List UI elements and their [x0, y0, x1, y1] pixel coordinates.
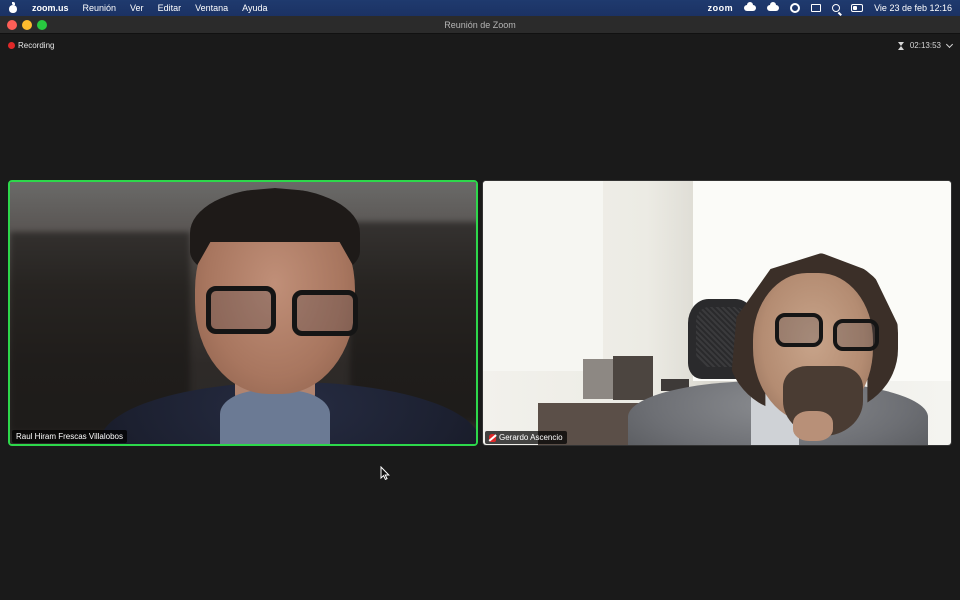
participant-video: [483, 181, 951, 445]
keyboard-input-icon[interactable]: [811, 4, 822, 12]
cloud-icon[interactable]: [744, 2, 757, 11]
status-area: zoom Vie 23 de feb 12:16: [708, 2, 952, 13]
creative-cloud-icon[interactable]: [790, 3, 801, 13]
muted-microphone-icon: [489, 433, 496, 442]
chevron-down-icon[interactable]: [945, 40, 954, 48]
control-center-icon[interactable]: [851, 4, 864, 12]
spotlight-search-icon[interactable]: [832, 4, 841, 12]
close-window-icon[interactable]: [7, 20, 17, 30]
menu-reunion[interactable]: Reunión: [83, 3, 117, 13]
meeting-timer[interactable]: 02:13:53: [897, 40, 954, 50]
participant-video: [10, 182, 476, 444]
timer-value: 02:13:53: [909, 41, 941, 50]
menu-ayuda[interactable]: Ayuda: [242, 3, 267, 13]
minimize-window-icon[interactable]: [22, 20, 32, 30]
recording-dot-icon: [8, 42, 15, 49]
menu-bar: zoom.us Reunión Ver Editar Ventana Ayuda…: [0, 0, 960, 16]
fullscreen-window-icon[interactable]: [37, 20, 47, 30]
hourglass-icon: [897, 41, 904, 50]
recording-indicator[interactable]: Recording: [8, 41, 54, 50]
window-title: Reunión de Zoom: [444, 19, 516, 30]
menu-app-name[interactable]: zoom.us: [32, 3, 69, 13]
meeting-canvas: Recording 02:13:53 Raul Hiram Frescas Vi…: [0, 34, 960, 600]
cloud-sync-icon[interactable]: [767, 2, 780, 11]
zoom-status-item[interactable]: zoom: [708, 3, 734, 13]
menu-ventana[interactable]: Ventana: [195, 3, 228, 13]
window-controls: [7, 20, 47, 30]
participant-name: Gerardo Ascencio: [499, 433, 563, 442]
participant-nameplate: Raul Hiram Frescas Villalobos: [12, 430, 127, 443]
menu-ver[interactable]: Ver: [130, 3, 144, 13]
menubar-clock[interactable]: Vie 23 de feb 12:16: [874, 3, 952, 13]
window-title-bar[interactable]: Reunión de Zoom: [0, 16, 960, 34]
video-tile-active-speaker[interactable]: Raul Hiram Frescas Villalobos: [8, 180, 478, 446]
video-tile-participant[interactable]: Gerardo Ascencio: [482, 180, 952, 446]
apple-logo-icon[interactable]: [8, 2, 18, 14]
menu-editar[interactable]: Editar: [158, 3, 182, 13]
participant-name: Raul Hiram Frescas Villalobos: [16, 432, 123, 441]
participant-nameplate: Gerardo Ascencio: [485, 431, 567, 444]
recording-label: Recording: [18, 41, 55, 50]
